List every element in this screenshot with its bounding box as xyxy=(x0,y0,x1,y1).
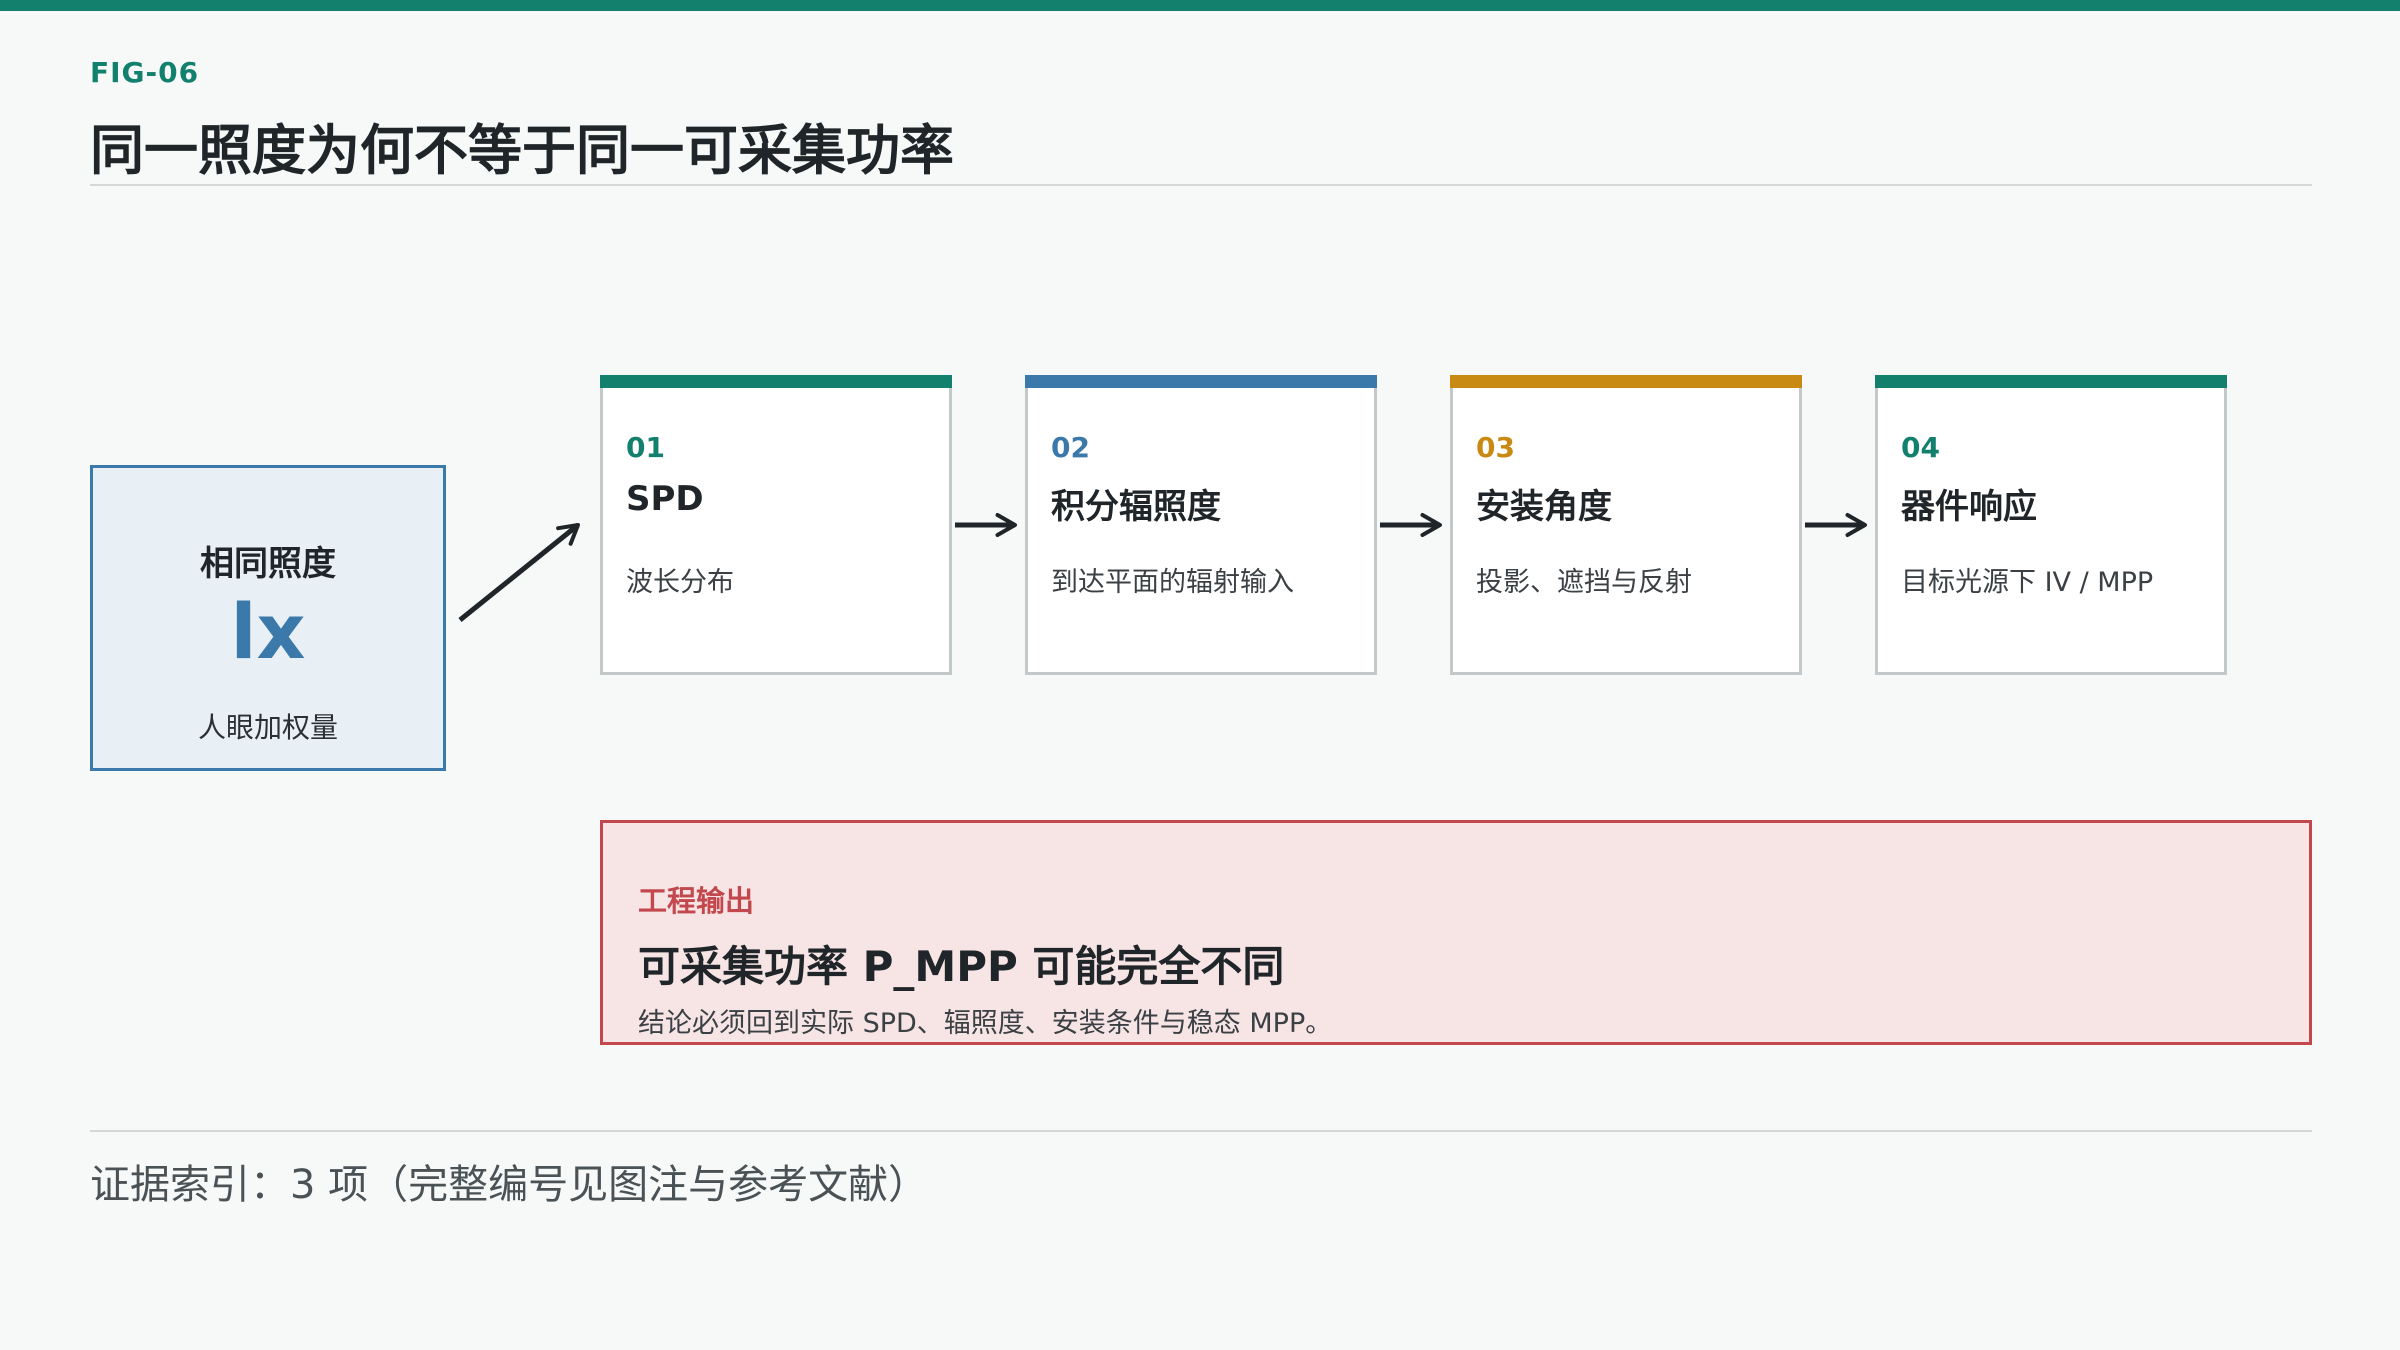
output-label: 工程输出 xyxy=(638,884,755,918)
engineering-output-box: 工程输出 可采集功率 P_MPP 可能完全不同 结论必须回到实际 SPD、辐照度… xyxy=(600,820,2312,1045)
step-name: 器件响应 xyxy=(1901,487,2037,527)
step-card-4: 04 器件响应 目标光源下 IV / MPP xyxy=(1875,375,2227,675)
step-color-bar xyxy=(600,375,952,388)
step-name: SPD xyxy=(626,479,704,519)
output-subtitle: 结论必须回到实际 SPD、辐照度、安装条件与稳态 MPP。 xyxy=(638,1008,1333,1039)
evidence-index-note: 证据索引：3 项（完整编号见图注与参考文献） xyxy=(90,1162,929,1208)
step-color-bar xyxy=(1450,375,1802,388)
step-description: 到达平面的辐射输入 xyxy=(1051,567,1294,598)
top-accent-bar xyxy=(0,0,2400,11)
step-description: 波长分布 xyxy=(626,567,734,598)
step-card-3: 03 安装角度 投影、遮挡与反射 xyxy=(1450,375,1802,675)
figure-label: FIG-06 xyxy=(90,56,200,89)
step-number: 04 xyxy=(1901,431,1940,464)
step-color-bar xyxy=(1875,375,2227,388)
step-number: 02 xyxy=(1051,431,1090,464)
step-card-2: 02 积分辐照度 到达平面的辐射输入 xyxy=(1025,375,1377,675)
title-divider xyxy=(90,184,2312,186)
input-subtitle: 人眼加权量 xyxy=(197,711,338,744)
step-color-bar xyxy=(1025,375,1377,388)
step-name: 安装角度 xyxy=(1476,487,1612,527)
step-description: 目标光源下 IV / MPP xyxy=(1901,567,2154,598)
step-name: 积分辐照度 xyxy=(1051,487,1221,527)
step-number: 03 xyxy=(1476,431,1515,464)
step-description: 投影、遮挡与反射 xyxy=(1476,567,1692,598)
page-title: 同一照度为何不等于同一可采集功率 xyxy=(90,119,954,182)
input-illuminance-box: 相同照度 lx 人眼加权量 xyxy=(90,465,446,771)
footer-divider xyxy=(90,1130,2312,1132)
output-title: 可采集功率 P_MPP 可能完全不同 xyxy=(638,942,1285,991)
input-unit: lx xyxy=(230,587,306,676)
input-to-spd-arrow xyxy=(458,523,580,622)
step-card-1: 01 SPD 波长分布 xyxy=(600,375,952,675)
input-title: 相同照度 xyxy=(200,544,336,584)
step-number: 01 xyxy=(626,431,665,464)
